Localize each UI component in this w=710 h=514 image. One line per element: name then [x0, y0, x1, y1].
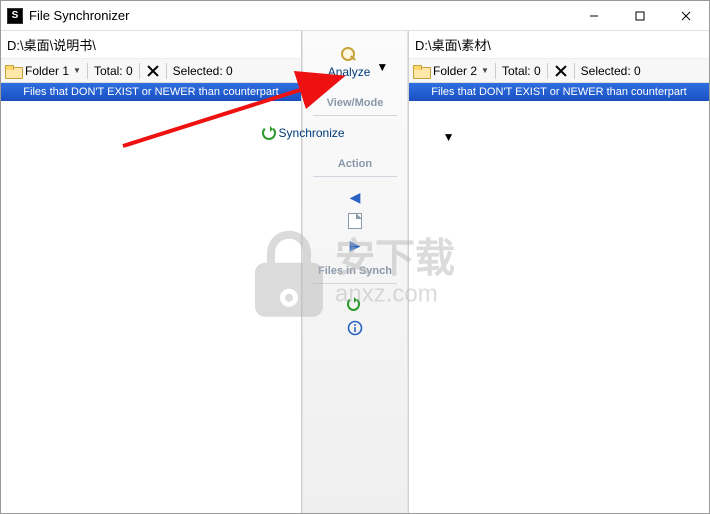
right-banner: Files that DON'T EXIST or NEWER than cou… [409, 83, 709, 101]
left-path[interactable]: D:\桌面\说明书\ [1, 31, 301, 59]
clear-icon[interactable] [554, 64, 568, 78]
right-total: Total: 0 [502, 64, 541, 78]
folder-open-icon[interactable] [413, 65, 429, 77]
left-selected: Selected: 0 [173, 64, 233, 78]
app-icon: S [7, 8, 23, 24]
right-file-list[interactable] [409, 101, 709, 513]
sync-icon [262, 126, 276, 140]
close-button[interactable] [663, 1, 709, 31]
maximize-button[interactable] [617, 1, 663, 31]
files-in-synch-heading: Files in Synch [318, 265, 392, 277]
titlebar: S File Synchronizer [1, 1, 709, 31]
window-title: File Synchronizer [29, 8, 129, 23]
analyze-dropdown-icon[interactable]: ▼ [376, 60, 388, 74]
synchronize-mode-button[interactable]: Synchronize [256, 124, 351, 142]
copy-docs-icon[interactable] [347, 213, 363, 229]
left-banner: Files that DON'T EXIST or NEWER than cou… [1, 83, 301, 101]
action-heading: Action [338, 158, 372, 170]
synchronize-label: Synchronize [279, 126, 345, 140]
sync-dropdown-icon[interactable]: ▼ [443, 130, 455, 144]
folder-open-icon[interactable] [5, 65, 21, 77]
right-path[interactable]: D:\桌面\素材\ [409, 31, 709, 59]
left-total: Total: 0 [94, 64, 133, 78]
center-column: Analyze ▼ View/Mode Synchronize ▼ Action… [302, 31, 408, 513]
view-mode-heading: View/Mode [327, 97, 384, 109]
chevron-down-icon[interactable]: ▼ [73, 66, 81, 75]
folder1-label[interactable]: Folder 1 [25, 64, 69, 78]
left-pane: D:\桌面\说明书\ Folder 1 ▼ Total: 0 Selected:… [1, 31, 302, 513]
analyze-label: Analyze [328, 65, 371, 79]
right-pane: D:\桌面\素材\ Folder 2 ▼ Total: 0 Selected: … [408, 31, 709, 513]
analyze-button[interactable]: Analyze [322, 45, 377, 81]
chevron-down-icon[interactable]: ▼ [481, 66, 489, 75]
arrow-left-icon[interactable]: ◀ [347, 189, 363, 205]
magnifier-icon [341, 47, 357, 63]
right-toolbar: Folder 2 ▼ Total: 0 Selected: 0 [409, 59, 709, 83]
info-icon[interactable] [347, 320, 363, 336]
right-selected: Selected: 0 [581, 64, 641, 78]
left-file-list[interactable] [1, 101, 301, 513]
left-toolbar: Folder 1 ▼ Total: 0 Selected: 0 [1, 59, 301, 83]
arrow-right-icon[interactable]: ▶ [347, 237, 363, 253]
refresh-icon[interactable] [347, 296, 363, 312]
clear-icon[interactable] [146, 64, 160, 78]
minimize-button[interactable] [571, 1, 617, 31]
folder2-label[interactable]: Folder 2 [433, 64, 477, 78]
